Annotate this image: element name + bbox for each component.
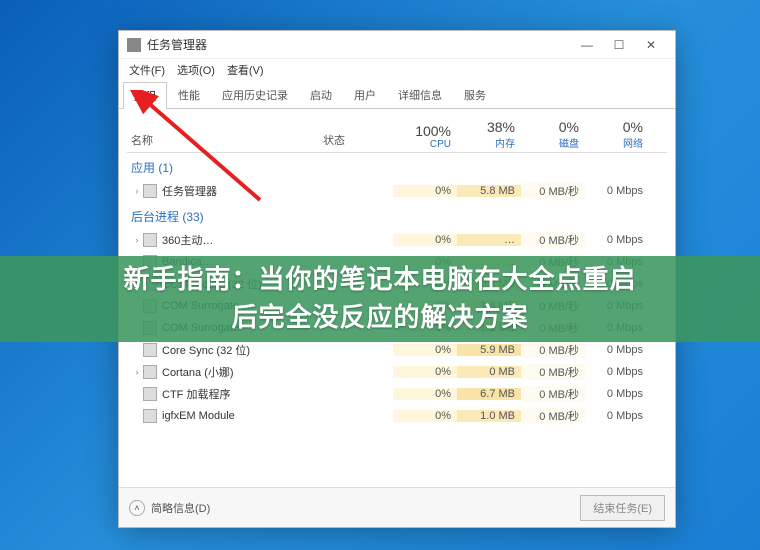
chevron-right-icon: › <box>131 367 143 377</box>
overlay-text: 新手指南：当你的笔记本电脑在大全点重启 后完全没反应的解决方案 <box>123 261 636 336</box>
cell-cpu: 0% <box>393 344 457 356</box>
col-status[interactable]: 状态 <box>323 132 393 152</box>
cell-net: 0 Mbps <box>585 410 649 422</box>
tab-processes[interactable]: 进程 <box>123 82 167 109</box>
tab-users[interactable]: 用户 <box>343 81 387 108</box>
group-apps[interactable]: 应用 (1) <box>127 153 667 180</box>
cell-disk: 0 MB/秒 <box>521 232 585 248</box>
table-row[interactable]: Core Sync (32 位) 0%5.9 MB0 MB/秒0 Mbps <box>127 339 667 361</box>
cell-cpu: 0% <box>393 410 457 422</box>
col-memory[interactable]: 38% 内存 <box>457 119 521 152</box>
desktop-background: 任务管理器 — ☐ ✕ 文件(F) 选项(O) 查看(V) 进程 性能 应用历史… <box>0 0 760 550</box>
cell-net: 0 Mbps <box>585 344 649 356</box>
cell-cpu: 0% <box>393 185 457 197</box>
tab-history[interactable]: 应用历史记录 <box>211 81 299 108</box>
app-icon <box>143 184 157 198</box>
tab-startup[interactable]: 启动 <box>299 81 343 108</box>
close-button[interactable]: ✕ <box>635 34 667 56</box>
cell-mem: 5.9 MB <box>457 344 521 356</box>
end-task-button[interactable]: 结束任务(E) <box>580 495 665 521</box>
cell-mem: 5.8 MB <box>457 185 521 197</box>
tab-details[interactable]: 详细信息 <box>387 81 453 108</box>
col-name[interactable]: 名称 <box>127 132 323 152</box>
cell-net: 0 Mbps <box>585 366 649 378</box>
cell-net: 0 Mbps <box>585 388 649 400</box>
cell-net: 0 Mbps <box>585 185 649 197</box>
col-network[interactable]: 0% 网络 <box>585 119 649 152</box>
window-title: 任务管理器 <box>147 36 571 53</box>
table-row[interactable]: igfxEM Module 0%1.0 MB0 MB/秒0 Mbps <box>127 405 667 427</box>
app-icon <box>143 233 157 247</box>
table-row[interactable]: CTF 加载程序 0%6.7 MB0 MB/秒0 Mbps <box>127 383 667 405</box>
process-name: 任务管理器 <box>162 183 217 199</box>
menu-options[interactable]: 选项(O) <box>173 60 219 80</box>
table-row[interactable]: › 任务管理器 0%5.8 MB0 MB/秒0 Mbps <box>127 180 667 202</box>
chevron-up-icon: ˄ <box>129 500 145 516</box>
cell-mem: 1.0 MB <box>457 410 521 422</box>
cell-disk: 0 MB/秒 <box>521 408 585 424</box>
process-name: igfxEM Module <box>162 410 235 422</box>
taskmgr-icon <box>127 38 141 52</box>
titlebar: 任务管理器 — ☐ ✕ <box>119 31 675 59</box>
cell-cpu: 0% <box>393 234 457 246</box>
chevron-right-icon: › <box>131 186 143 196</box>
cell-mem: 0 MB <box>457 366 521 378</box>
group-background[interactable]: 后台进程 (33) <box>127 202 667 229</box>
tab-performance[interactable]: 性能 <box>167 81 211 108</box>
maximize-button[interactable]: ☐ <box>603 34 635 56</box>
table-row[interactable]: › Cortana (小娜) 0%0 MB0 MB/秒0 Mbps <box>127 361 667 383</box>
app-icon <box>143 343 157 357</box>
cell-disk: 0 MB/秒 <box>521 342 585 358</box>
minimize-button[interactable]: — <box>571 34 603 56</box>
cell-disk: 0 MB/秒 <box>521 364 585 380</box>
tab-services[interactable]: 服务 <box>453 81 497 108</box>
app-icon <box>143 387 157 401</box>
cell-mem: … <box>457 234 521 246</box>
process-name: 360主动… <box>162 232 213 248</box>
fewer-details-button[interactable]: ˄ 简略信息(D) <box>129 500 210 516</box>
cell-disk: 0 MB/秒 <box>521 386 585 402</box>
statusbar: ˄ 简略信息(D) 结束任务(E) <box>119 487 675 527</box>
table-row[interactable]: › 360主动… 0%…0 MB/秒0 Mbps <box>127 229 667 251</box>
cell-disk: 0 MB/秒 <box>521 183 585 199</box>
process-name: Core Sync (32 位) <box>162 342 250 358</box>
process-name: Cortana (小娜) <box>162 364 234 380</box>
menubar: 文件(F) 选项(O) 查看(V) <box>119 59 675 81</box>
cell-cpu: 0% <box>393 388 457 400</box>
table-header: 名称 状态 100% CPU 38% 内存 0% 磁盘 0% 网络 <box>127 113 667 153</box>
chevron-right-icon: › <box>131 235 143 245</box>
app-icon <box>143 365 157 379</box>
menu-view[interactable]: 查看(V) <box>223 60 268 80</box>
menu-file[interactable]: 文件(F) <box>125 60 169 80</box>
cell-cpu: 0% <box>393 366 457 378</box>
cell-mem: 6.7 MB <box>457 388 521 400</box>
tab-bar: 进程 性能 应用历史记录 启动 用户 详细信息 服务 <box>119 81 675 109</box>
process-name: CTF 加载程序 <box>162 386 230 402</box>
overlay-banner: 新手指南：当你的笔记本电脑在大全点重启 后完全没反应的解决方案 <box>0 256 760 342</box>
col-disk[interactable]: 0% 磁盘 <box>521 119 585 152</box>
cell-net: 0 Mbps <box>585 234 649 246</box>
app-icon <box>143 409 157 423</box>
col-cpu[interactable]: 100% CPU <box>393 123 457 152</box>
